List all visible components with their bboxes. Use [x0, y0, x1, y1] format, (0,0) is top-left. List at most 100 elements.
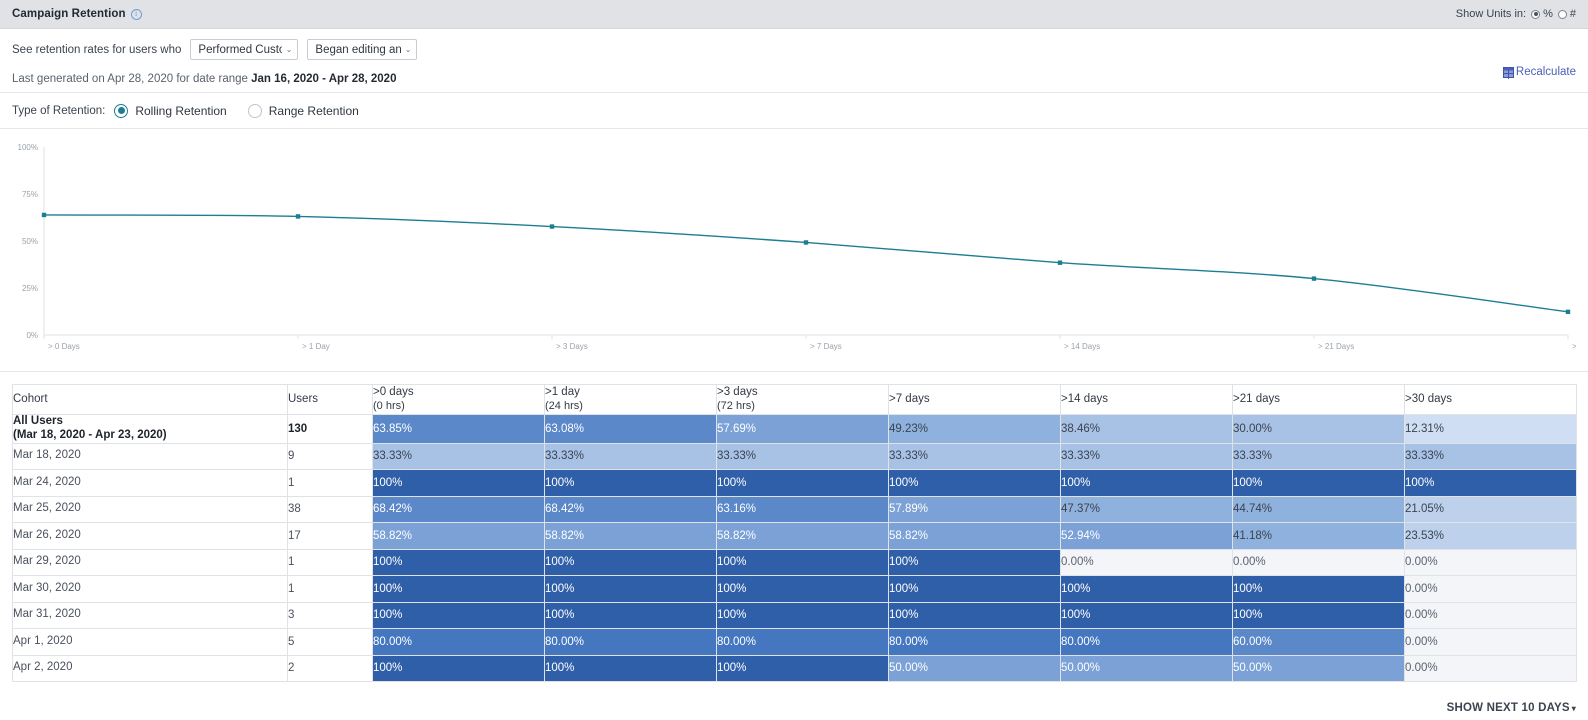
retention-cell[interactable]: 0.00%: [1405, 549, 1577, 576]
retention-cell[interactable]: 100%: [373, 602, 545, 629]
retention-cell[interactable]: 0.00%: [1405, 655, 1577, 682]
column-header--0-days[interactable]: >0 days(0 hrs): [373, 385, 545, 415]
table-row[interactable]: Mar 24, 20201100%100%100%100%100%100%100…: [13, 470, 1577, 497]
retention-cell[interactable]: 100%: [1233, 576, 1405, 603]
table-row[interactable]: Apr 2, 20202100%100%100%50.00%50.00%50.0…: [13, 655, 1577, 682]
action-select[interactable]: Began editing an... ⌄: [307, 39, 417, 60]
unit-option-count[interactable]: #: [1558, 8, 1576, 20]
retention-cell[interactable]: 38.46%: [1061, 415, 1233, 444]
retention-cell[interactable]: 80.00%: [717, 629, 889, 656]
table-row[interactable]: Mar 31, 20203100%100%100%100%100%100%0.0…: [13, 602, 1577, 629]
retention-cell[interactable]: 100%: [373, 470, 545, 497]
retention-cell[interactable]: 80.00%: [1061, 629, 1233, 656]
retention-cell[interactable]: 100%: [717, 576, 889, 603]
recalculate-button[interactable]: Recalculate: [1503, 66, 1576, 78]
table-row[interactable]: Mar 30, 20201100%100%100%100%100%100%0.0…: [13, 576, 1577, 603]
retention-cell[interactable]: 63.08%: [545, 415, 717, 444]
retention-cell[interactable]: 100%: [1061, 470, 1233, 497]
retention-cell[interactable]: 100%: [889, 602, 1061, 629]
retention-cell[interactable]: 63.85%: [373, 415, 545, 444]
info-icon[interactable]: i: [131, 9, 142, 20]
retention-cell[interactable]: 68.42%: [373, 496, 545, 523]
retention-cell[interactable]: 57.89%: [889, 496, 1061, 523]
table-row[interactable]: All Users(Mar 18, 2020 - Apr 23, 2020)13…: [13, 415, 1577, 444]
retention-cell[interactable]: 33.33%: [1405, 443, 1577, 470]
retention-cell[interactable]: 23.53%: [1405, 523, 1577, 550]
retention-cell[interactable]: 100%: [1061, 602, 1233, 629]
retention-cell[interactable]: 21.05%: [1405, 496, 1577, 523]
retention-cell[interactable]: 80.00%: [545, 629, 717, 656]
unit-option-percent[interactable]: %: [1531, 8, 1553, 20]
retention-cell[interactable]: 100%: [545, 470, 717, 497]
retention-cell[interactable]: 63.16%: [717, 496, 889, 523]
retention-cell[interactable]: 33.33%: [889, 443, 1061, 470]
retention-cell[interactable]: 0.00%: [1405, 576, 1577, 603]
retention-cell[interactable]: 100%: [717, 549, 889, 576]
retention-cell[interactable]: 41.18%: [1233, 523, 1405, 550]
column-header--14-days[interactable]: >14 days: [1061, 385, 1233, 415]
retention-cell[interactable]: 52.94%: [1061, 523, 1233, 550]
data-point-marker[interactable]: [804, 240, 808, 244]
retention-cell[interactable]: 0.00%: [1405, 602, 1577, 629]
retention-cell[interactable]: 33.33%: [717, 443, 889, 470]
data-point-marker[interactable]: [1566, 310, 1570, 314]
retention-cell[interactable]: 80.00%: [889, 629, 1061, 656]
retention-cell[interactable]: 100%: [545, 549, 717, 576]
retention-cell[interactable]: 60.00%: [1233, 629, 1405, 656]
retention-cell[interactable]: 68.42%: [545, 496, 717, 523]
retention-cell[interactable]: 100%: [717, 470, 889, 497]
retention-cell[interactable]: 80.00%: [373, 629, 545, 656]
column-header--7-days[interactable]: >7 days: [889, 385, 1061, 415]
retention-cell[interactable]: 100%: [717, 602, 889, 629]
retention-cell[interactable]: 50.00%: [1233, 655, 1405, 682]
retention-cell[interactable]: 57.69%: [717, 415, 889, 444]
retention-cell[interactable]: 100%: [545, 576, 717, 603]
column-header-cohort[interactable]: Cohort: [13, 385, 288, 415]
retention-cell[interactable]: 12.31%: [1405, 415, 1577, 444]
unit-percent-radio[interactable]: [1531, 10, 1540, 19]
rolling-retention-radio[interactable]: [114, 104, 128, 118]
retention-cell[interactable]: 100%: [1405, 470, 1577, 497]
column-header--30-days[interactable]: >30 days: [1405, 385, 1577, 415]
radio-range-retention[interactable]: Range Retention: [248, 104, 359, 118]
unit-count-radio[interactable]: [1558, 10, 1567, 19]
column-header--3-days[interactable]: >3 days(72 hrs): [717, 385, 889, 415]
retention-cell[interactable]: 100%: [1233, 470, 1405, 497]
retention-cell[interactable]: 100%: [545, 602, 717, 629]
table-row[interactable]: Apr 1, 2020580.00%80.00%80.00%80.00%80.0…: [13, 629, 1577, 656]
retention-cell[interactable]: 30.00%: [1233, 415, 1405, 444]
retention-cell[interactable]: 100%: [545, 655, 717, 682]
retention-cell[interactable]: 100%: [373, 576, 545, 603]
retention-cell[interactable]: 49.23%: [889, 415, 1061, 444]
retention-cell[interactable]: 58.82%: [717, 523, 889, 550]
retention-cell[interactable]: 58.82%: [373, 523, 545, 550]
data-point-marker[interactable]: [296, 214, 300, 218]
column-header--1-day[interactable]: >1 day(24 hrs): [545, 385, 717, 415]
column-header--21-days[interactable]: >21 days: [1233, 385, 1405, 415]
retention-cell[interactable]: 44.74%: [1233, 496, 1405, 523]
retention-cell[interactable]: 0.00%: [1233, 549, 1405, 576]
retention-cell[interactable]: 100%: [1233, 602, 1405, 629]
radio-rolling-retention[interactable]: Rolling Retention: [114, 104, 226, 118]
retention-cell[interactable]: 100%: [373, 549, 545, 576]
data-point-marker[interactable]: [1312, 276, 1316, 280]
retention-cell[interactable]: 50.00%: [1061, 655, 1233, 682]
retention-cell[interactable]: 33.33%: [545, 443, 717, 470]
show-next-days-button[interactable]: SHOW NEXT 10 DAYS▾: [1447, 702, 1576, 714]
event-select[interactable]: Performed Custom E ⌄: [190, 39, 298, 60]
retention-cell[interactable]: 100%: [373, 655, 545, 682]
retention-cell[interactable]: 33.33%: [1061, 443, 1233, 470]
retention-cell[interactable]: 100%: [889, 470, 1061, 497]
retention-cell[interactable]: 0.00%: [1405, 629, 1577, 656]
retention-cell[interactable]: 100%: [889, 576, 1061, 603]
retention-cell[interactable]: 100%: [889, 549, 1061, 576]
table-row[interactable]: Mar 25, 20203868.42%68.42%63.16%57.89%47…: [13, 496, 1577, 523]
table-row[interactable]: Mar 29, 20201100%100%100%100%0.00%0.00%0…: [13, 549, 1577, 576]
data-point-marker[interactable]: [550, 224, 554, 228]
data-point-marker[interactable]: [42, 213, 46, 217]
retention-cell[interactable]: 50.00%: [889, 655, 1061, 682]
retention-cell[interactable]: 0.00%: [1061, 549, 1233, 576]
retention-cell[interactable]: 33.33%: [373, 443, 545, 470]
retention-cell[interactable]: 47.37%: [1061, 496, 1233, 523]
retention-cell[interactable]: 33.33%: [1233, 443, 1405, 470]
